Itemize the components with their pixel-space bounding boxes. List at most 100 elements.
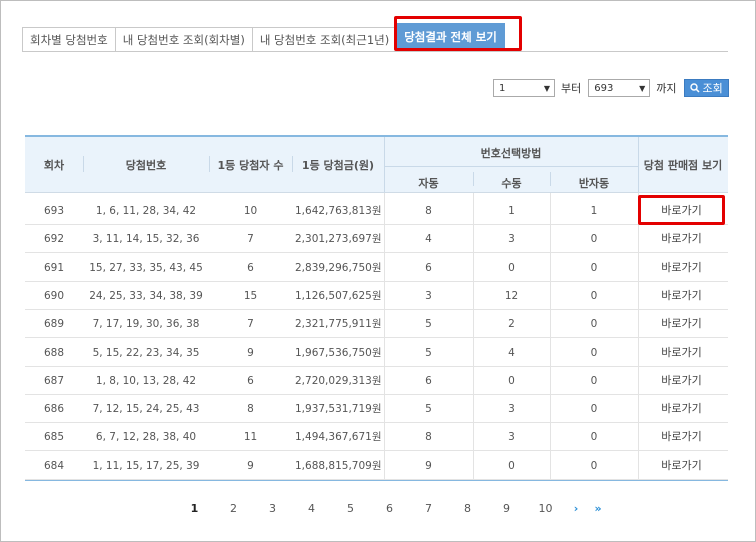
manual-count-cell: 0 <box>508 459 515 472</box>
semi-auto-count-cell: 1 <box>590 205 598 217</box>
table-row: 687 1, 8, 10, 13, 28, 42 6 2,720,029,313원 6 0… <box>25 367 728 395</box>
next-page-icon[interactable]: › <box>565 502 587 515</box>
round-cell: 685 <box>43 431 65 444</box>
search-button-label: 조회 <box>702 82 723 95</box>
header-semi-auto: 반자동 <box>578 177 610 190</box>
header-manual: 수동 <box>501 177 522 190</box>
auto-count-cell: 6 <box>425 374 432 387</box>
view-shops-link[interactable]: 바로가기 <box>638 367 725 395</box>
page-7[interactable]: 7 <box>409 502 448 515</box>
page-10[interactable]: 10 <box>526 502 565 515</box>
manual-count-cell: 1 <box>508 205 515 217</box>
view-shops-link[interactable]: 바로가기 <box>638 225 725 253</box>
semi-auto-count-cell: 0 <box>590 374 598 387</box>
page-3[interactable]: 3 <box>253 502 292 515</box>
round-cell: 691 <box>43 261 65 274</box>
header-winning-shops: 당첨 판매점 보기 <box>643 159 723 172</box>
header-divider <box>292 156 293 172</box>
table-row: 684 1, 11, 15, 17, 25, 39 9 1,688,815,709원 9… <box>25 452 728 480</box>
winning-numbers-cell: 1, 6, 11, 28, 34, 42 <box>95 205 197 217</box>
winning-numbers-cell: 5, 15, 22, 23, 34, 35 <box>92 346 200 359</box>
table-row: 693 1, 6, 11, 28, 34, 42 10 1,642,763,813원 8… <box>25 197 728 225</box>
round-cell: 693 <box>43 205 65 217</box>
winning-numbers-cell: 6, 7, 12, 28, 38, 40 <box>95 431 197 444</box>
round-cell: 689 <box>43 318 65 331</box>
search-button[interactable]: 조회 <box>683 79 729 97</box>
pagination: 1 2 3 4 5 6 7 8 9 10 › » <box>175 502 609 515</box>
last-page-icon[interactable]: » <box>587 502 609 515</box>
page-6[interactable]: 6 <box>370 502 409 515</box>
page-4[interactable]: 4 <box>292 502 331 515</box>
semi-auto-count-cell: 0 <box>590 318 598 331</box>
auto-count-cell: 8 <box>425 431 432 444</box>
from-round-select[interactable]: 1 ▼ <box>493 79 555 97</box>
table-bottom-border <box>25 480 728 481</box>
table-row: 686 7, 12, 15, 24, 25, 43 8 1,937,531,719원 5… <box>25 395 728 424</box>
tab-my-numbers-round[interactable]: 내 당첨번호 조회(회차별) <box>114 27 253 52</box>
table-row: 690 24, 25, 33, 34, 38, 39 15 1,126,507,625… <box>25 282 728 310</box>
header-round: 회차 <box>43 159 65 172</box>
view-shops-link[interactable]: 바로가기 <box>638 282 725 310</box>
header-subdivider <box>384 166 638 167</box>
winner-count-cell: 9 <box>247 346 254 359</box>
round-cell: 690 <box>43 289 65 302</box>
tab-my-numbers-year[interactable]: 내 당첨번호 조회(최근1년) <box>251 27 398 52</box>
winning-numbers-cell: 1, 8, 10, 13, 28, 42 <box>95 374 197 387</box>
prize-amount-cell: 1,642,763,813원 <box>295 205 382 217</box>
view-shops-link[interactable]: 바로가기 <box>638 254 725 282</box>
winner-count-cell: 8 <box>247 403 254 416</box>
auto-count-cell: 6 <box>425 261 432 274</box>
view-shops-link[interactable]: 바로가기 <box>638 395 725 423</box>
round-cell: 687 <box>43 374 65 387</box>
view-shops-link[interactable]: 바로가기 <box>638 310 725 338</box>
table-row: 688 5, 15, 22, 23, 34, 35 9 1,967,536,750원 5… <box>25 339 728 367</box>
manual-count-cell: 3 <box>508 403 515 416</box>
header-auto: 자동 <box>418 177 439 190</box>
round-cell: 692 <box>43 233 65 246</box>
header-divider <box>473 172 474 186</box>
auto-count-cell: 3 <box>425 289 432 302</box>
search-icon <box>689 83 700 93</box>
header-selection-method: 번호선택방법 <box>480 147 542 160</box>
page-5[interactable]: 5 <box>331 502 370 515</box>
semi-auto-count-cell: 0 <box>590 459 598 472</box>
tab-highlight-annotation <box>394 16 522 51</box>
winner-count-cell: 6 <box>247 374 254 387</box>
winning-numbers-cell: 7, 17, 19, 30, 36, 38 <box>92 318 200 331</box>
winning-numbers-cell: 15, 27, 33, 35, 43, 45 <box>89 261 203 274</box>
header-bottom-border <box>25 192 728 193</box>
semi-auto-count-cell: 0 <box>590 431 598 444</box>
view-shops-link[interactable]: 바로가기 <box>638 452 725 480</box>
round-cell: 686 <box>43 403 65 416</box>
page-2[interactable]: 2 <box>214 502 253 515</box>
winner-count-cell: 11 <box>243 431 258 444</box>
manual-count-cell: 0 <box>508 261 515 274</box>
prize-amount-cell: 1,494,367,671원 <box>295 431 382 444</box>
from-round-value: 1 <box>499 82 506 94</box>
to-round-select[interactable]: 693 ▼ <box>588 79 651 97</box>
page-1[interactable]: 1 <box>175 502 214 515</box>
table-top-border <box>25 135 728 137</box>
semi-auto-count-cell: 0 <box>590 261 598 274</box>
chevron-down-icon: ▼ <box>543 83 550 93</box>
table-row: 689 7, 17, 19, 30, 36, 38 7 2,321,775,911원 5… <box>25 310 728 339</box>
header-divider <box>550 172 551 186</box>
view-shops-link[interactable]: 바로가기 <box>638 423 725 451</box>
round-cell: 684 <box>43 459 65 472</box>
header-numbers: 당첨번호 <box>125 159 167 172</box>
auto-count-cell: 5 <box>425 318 432 331</box>
header-divider <box>384 137 385 192</box>
prize-amount-cell: 1,126,507,625원 <box>295 289 382 302</box>
from-label: 부터 <box>561 82 582 95</box>
prize-amount-cell: 2,301,273,697원 <box>295 233 382 246</box>
view-shops-link[interactable]: 바로가기 <box>638 339 725 367</box>
table-row: 691 15, 27, 33, 35, 43, 45 6 2,839,296,750원… <box>25 254 728 282</box>
manual-count-cell: 2 <box>508 318 515 331</box>
to-label: 까지 <box>656 82 677 95</box>
page-9[interactable]: 9 <box>487 502 526 515</box>
semi-auto-count-cell: 0 <box>590 346 598 359</box>
tab-round-numbers[interactable]: 회차별 당첨번호 <box>22 27 116 52</box>
semi-auto-count-cell: 0 <box>590 289 598 302</box>
page-8[interactable]: 8 <box>448 502 487 515</box>
winner-count-cell: 15 <box>243 289 258 302</box>
